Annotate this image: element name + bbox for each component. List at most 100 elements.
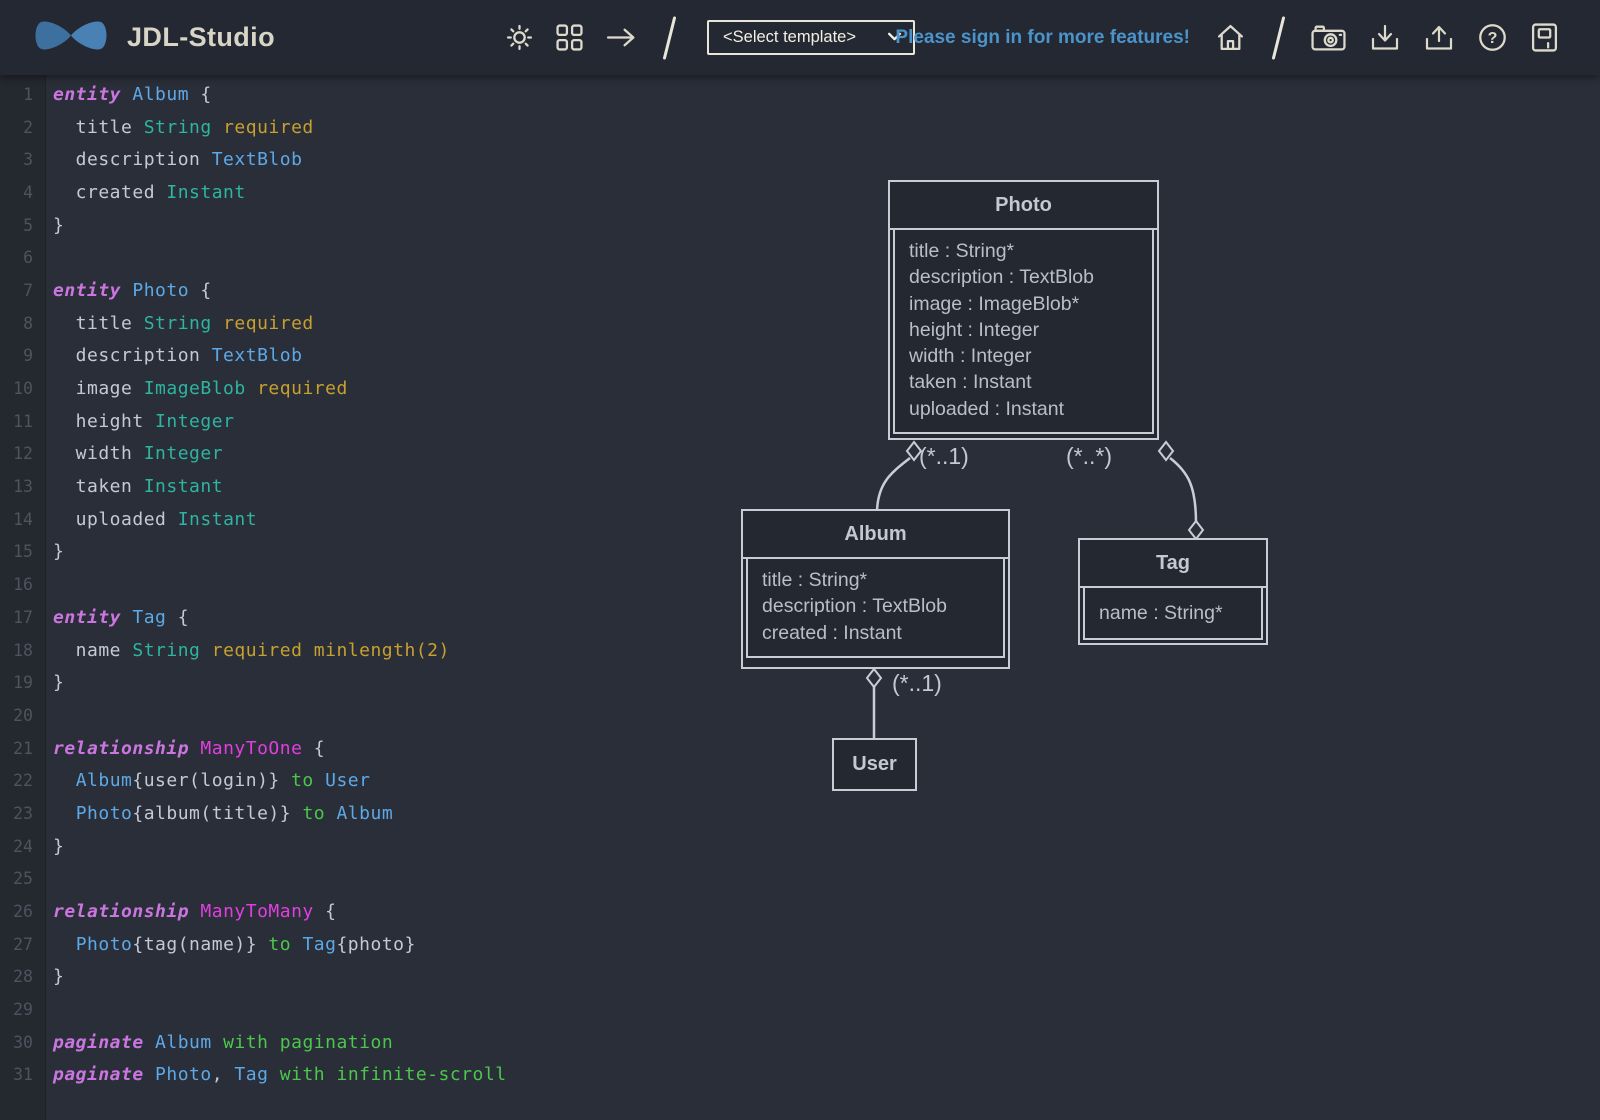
- code-token: minlength(2): [313, 639, 450, 661]
- code-text: Photo{tag(name)} to Tag{photo}: [46, 934, 416, 955]
- code-token: Album: [75, 770, 133, 792]
- code-line[interactable]: 27 Photo{tag(name)} to Tag{photo}: [0, 928, 700, 961]
- code-token: image: [53, 378, 144, 400]
- code-line[interactable]: 12 width Integer: [0, 438, 700, 471]
- entity-box-album[interactable]: Album title : String* description : TextB…: [741, 509, 1010, 669]
- code-line[interactable]: 13 taken Instant: [0, 470, 700, 503]
- code-editor[interactable]: 1 entity Album {2 title String required 3 …: [0, 75, 700, 1120]
- code-line[interactable]: 16: [0, 568, 700, 601]
- code-line[interactable]: 14 uploaded Instant: [0, 503, 700, 536]
- code-line[interactable]: 26 relationship ManyToMany {: [0, 895, 700, 928]
- template-select[interactable]: <Select template>: [707, 20, 915, 55]
- code-line[interactable]: 11 height Integer: [0, 405, 700, 438]
- code-text: height Integer: [46, 411, 234, 432]
- code-line[interactable]: 21 relationship ManyToOne {: [0, 732, 700, 765]
- code-line[interactable]: 30 paginate Album with pagination: [0, 1026, 700, 1059]
- code-line[interactable]: 4 created Instant: [0, 176, 700, 209]
- line-number: 16: [13, 575, 33, 595]
- template-select-value: <Select template>: [723, 28, 856, 46]
- brightness-icon[interactable]: [506, 24, 533, 51]
- aggregation-diamond: [1187, 519, 1205, 541]
- code-line[interactable]: 24}: [0, 830, 700, 863]
- code-line[interactable]: 10 image ImageBlob required: [0, 372, 700, 405]
- code-token: ManyToOne: [200, 737, 303, 759]
- code-line[interactable]: 9 description TextBlob: [0, 340, 700, 373]
- book-icon[interactable]: [1531, 23, 1558, 52]
- entity-name: User: [852, 753, 897, 775]
- arrow-right-icon[interactable]: [606, 24, 637, 51]
- code-token: with: [279, 1064, 326, 1086]
- code-token: String: [143, 312, 212, 334]
- camera-icon[interactable]: [1311, 24, 1346, 51]
- code-token: title: [53, 116, 144, 138]
- home-icon[interactable]: [1216, 23, 1245, 52]
- line-number: 25: [13, 869, 33, 889]
- code-text: relationship ManyToOne {: [46, 738, 325, 759]
- code-token: {: [166, 606, 190, 628]
- entity-box-tag[interactable]: Tag name : String*: [1078, 538, 1268, 645]
- line-number: 24: [13, 836, 33, 856]
- line-number: 5: [23, 215, 33, 235]
- code-line[interactable]: 5}: [0, 209, 700, 242]
- upload-icon[interactable]: [1424, 24, 1454, 52]
- code-token: description: [53, 149, 212, 171]
- code-token: Tag: [302, 933, 337, 955]
- code-token: }: [53, 541, 65, 563]
- code-line[interactable]: 6: [0, 241, 700, 274]
- code-token: {: [189, 279, 212, 301]
- code-line[interactable]: 1 entity Album {: [0, 78, 700, 111]
- code-line[interactable]: 31 paginate Photo, Tag with infinite-scro…: [0, 1059, 700, 1092]
- code-line[interactable]: 28}: [0, 961, 700, 994]
- code-line[interactable]: 8 title String required: [0, 307, 700, 340]
- entity-box-photo[interactable]: Photo title : String* description : TextB…: [888, 180, 1159, 440]
- signin-link[interactable]: Please sign in for more features!: [895, 27, 1190, 49]
- code-token: entity: [53, 606, 122, 628]
- code-line[interactable]: 2 title String required: [0, 111, 700, 144]
- code-line[interactable]: 17 entity Tag {: [0, 601, 700, 634]
- code-token: required: [223, 312, 314, 334]
- line-number: 6: [23, 248, 33, 268]
- download-icon[interactable]: [1370, 24, 1400, 52]
- line-number: 22: [13, 771, 33, 791]
- line-number: 10: [13, 379, 33, 399]
- code-line[interactable]: 20: [0, 699, 700, 732]
- code-line[interactable]: 7 entity Photo {: [0, 274, 700, 307]
- code-token: entity: [53, 279, 122, 301]
- entity-box-user[interactable]: User: [832, 738, 917, 791]
- code-text: paginate Photo, Tag with infinite-scroll: [46, 1064, 507, 1085]
- code-token: Integer: [155, 410, 235, 432]
- code-line[interactable]: 3 description TextBlob: [0, 143, 700, 176]
- entity-field: uploaded : Instant: [909, 397, 1065, 420]
- code-line[interactable]: 23 Photo{album(title)} to Album: [0, 797, 700, 830]
- line-number: 1: [23, 84, 33, 104]
- app-window: JDL-Studio <Select template> Please sign…: [0, 0, 1600, 1120]
- entity-field: taken : Instant: [909, 371, 1032, 394]
- code-line[interactable]: 18 name String required minlength(2): [0, 634, 700, 667]
- code-token: to: [268, 933, 292, 955]
- code-line[interactable]: 19}: [0, 666, 700, 699]
- code-line[interactable]: 25: [0, 863, 700, 896]
- code-token: TextBlob: [211, 345, 303, 367]
- code-token: {tag(name)}: [132, 933, 269, 955]
- code-token: {photo}: [336, 933, 416, 955]
- entity-fields: name : String*: [1083, 588, 1263, 641]
- code-line[interactable]: 29: [0, 993, 700, 1026]
- help-icon[interactable]: ?: [1478, 23, 1507, 52]
- code-text: taken Instant: [46, 476, 223, 497]
- code-line[interactable]: 22 Album{user(login)} to User: [0, 764, 700, 797]
- code-text: uploaded Instant: [46, 509, 257, 530]
- entity-field: width : Integer: [909, 345, 1032, 368]
- code-text: description TextBlob: [46, 345, 302, 366]
- layout-grid-icon[interactable]: [556, 24, 583, 51]
- code-line[interactable]: 15}: [0, 536, 700, 569]
